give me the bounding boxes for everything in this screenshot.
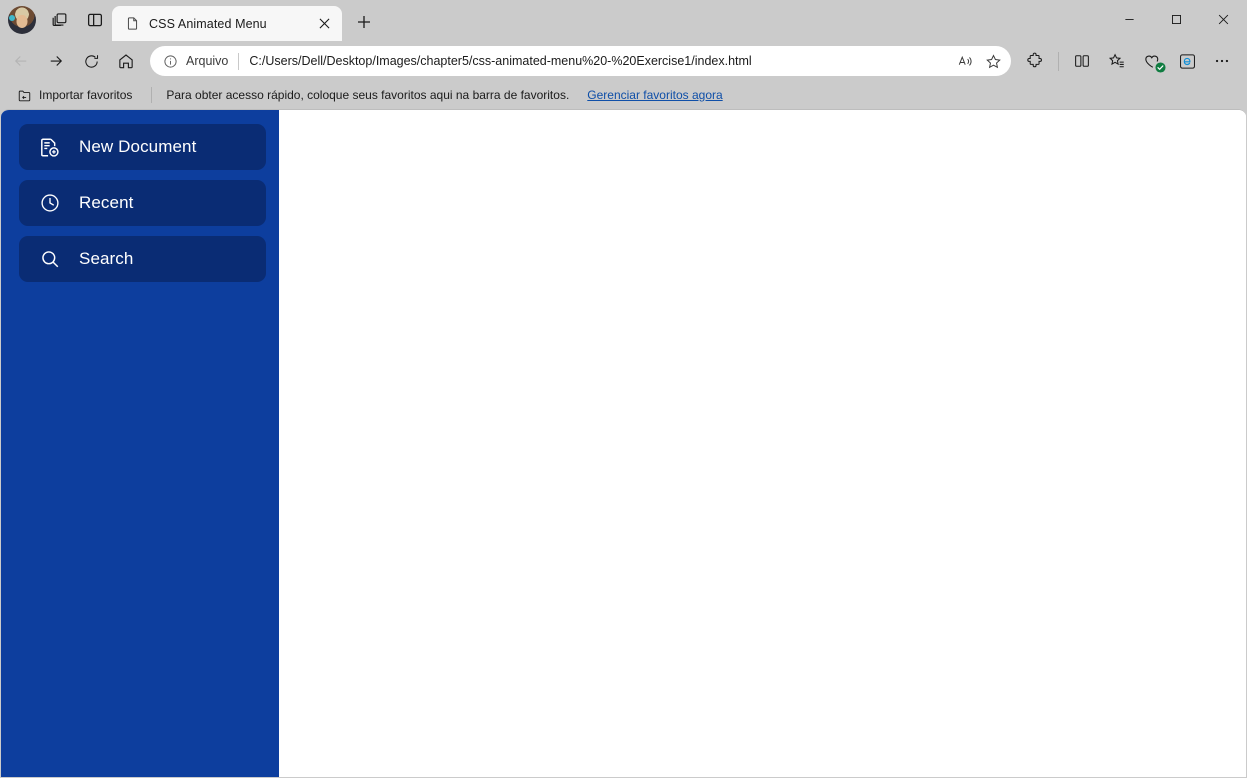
page-icon [124,16,140,32]
bookmarks-bar: Importar favoritos Para obter acesso ráp… [0,81,1247,109]
page-content-area [279,110,1246,777]
favorite-star-icon[interactable] [979,48,1007,74]
close-tab-icon[interactable] [312,12,336,36]
profile-avatar[interactable] [8,5,36,34]
toolbar-divider [1058,51,1059,71]
new-document-icon [37,135,62,160]
read-aloud-icon[interactable] [951,48,979,74]
browser-essentials-icon[interactable] [1135,45,1169,77]
refresh-button[interactable] [74,45,108,77]
browser-window: CSS Animated Menu Arquivo C:/Users/Dell/… [0,0,1247,778]
title-bar-left-controls [6,0,112,41]
menu-label-new-document: New Document [79,137,197,156]
home-button[interactable] [109,45,143,77]
import-favorites-label: Importar favoritos [39,88,133,102]
browser-toolbar: Arquivo C:/Users/Dell/Desktop/Images/cha… [0,41,1247,81]
window-controls [1106,0,1247,38]
bookmarks-divider [151,87,153,103]
title-bar: CSS Animated Menu [0,0,1247,41]
minimize-button[interactable] [1106,0,1153,38]
search-icon [37,247,62,272]
manage-favorites-link[interactable]: Gerenciar favoritos agora [587,88,722,102]
ie-mode-icon[interactable] [1170,45,1204,77]
url-text[interactable]: C:/Users/Dell/Desktop/Images/chapter5/cs… [249,54,951,68]
back-button[interactable] [4,45,38,77]
tab-actions-icon[interactable] [42,4,76,36]
animated-menu-sidebar: New Document Recent Search [1,110,279,777]
extensions-icon[interactable] [1018,45,1052,77]
collections-icon[interactable] [1100,45,1134,77]
import-favorites-icon [17,88,32,103]
menu-item-new-document[interactable]: New Document [19,124,266,170]
tab-title: CSS Animated Menu [149,16,267,31]
settings-more-icon[interactable] [1205,45,1239,77]
bookmarks-hint: Para obter acesso rápido, coloque seus f… [166,88,570,102]
menu-label-search: Search [79,249,134,268]
omnibox-divider [238,52,240,70]
split-panel-icon[interactable] [78,4,112,36]
page-viewport: New Document Recent Search [1,109,1246,777]
split-screen-icon[interactable] [1065,45,1099,77]
menu-item-search[interactable]: Search [19,236,266,282]
browser-tab[interactable]: CSS Animated Menu [112,6,342,41]
menu-item-recent[interactable]: Recent [19,180,266,226]
forward-button[interactable] [39,45,73,77]
scheme-label: Arquivo [186,54,229,68]
new-tab-button[interactable] [348,6,380,38]
import-favorites-button[interactable]: Importar favoritos [12,84,137,106]
web-page: New Document Recent Search [1,110,1246,777]
info-icon[interactable] [160,51,180,71]
tab-strip: CSS Animated Menu [112,0,380,41]
clock-icon [37,191,62,216]
menu-label-recent: Recent [79,193,134,212]
close-window-button[interactable] [1200,0,1247,38]
maximize-button[interactable] [1153,0,1200,38]
address-bar[interactable]: Arquivo C:/Users/Dell/Desktop/Images/cha… [150,46,1011,76]
